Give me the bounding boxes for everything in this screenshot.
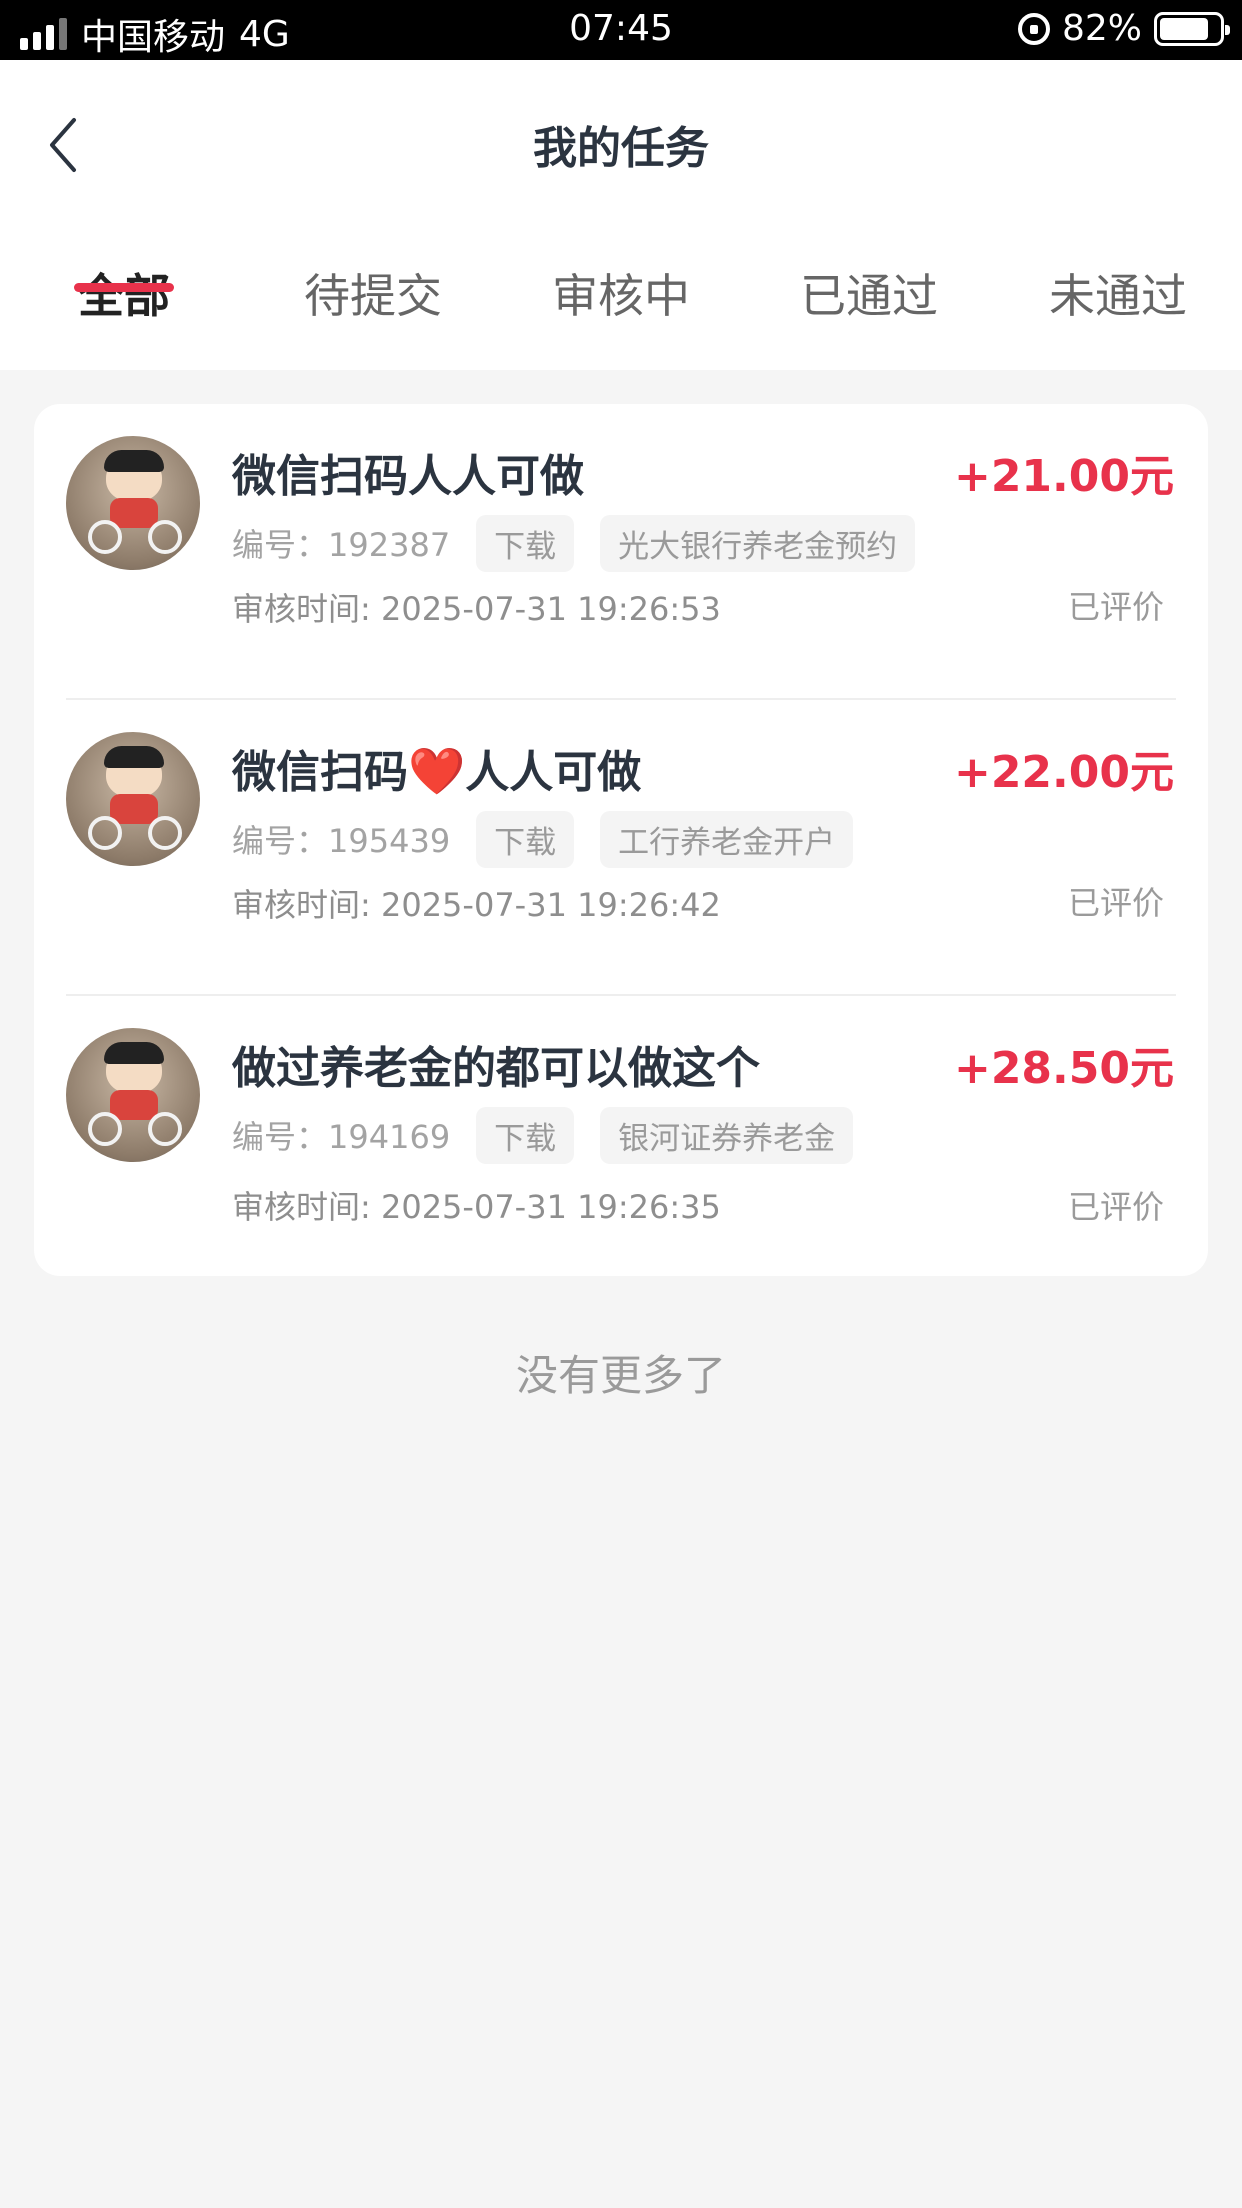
- task-status: 已评价: [1067, 588, 1164, 626]
- task-meta: 编号：194169 下载 银河证券养老金: [232, 1106, 854, 1164]
- avatar: [66, 436, 200, 570]
- avatar: [66, 732, 200, 866]
- tab-all[interactable]: 全部: [24, 260, 224, 326]
- status-right: 82%: [1017, 8, 1230, 49]
- tab-bar: 全部 待提交 审核中 已通过 未通过: [0, 260, 1242, 370]
- no-more-label: 没有更多了: [515, 1351, 726, 1400]
- battery-percent: 82%: [1061, 8, 1142, 49]
- task-meta: 编号：195439 下载 工行养老金开户: [232, 810, 854, 868]
- task-status: 已评价: [1067, 884, 1164, 922]
- task-amount: +22.00元: [953, 747, 1174, 798]
- page-header: 我的任务 全部 待提交 审核中 已通过 未通过: [0, 60, 1242, 370]
- tab-rejected[interactable]: 未通过: [1018, 260, 1218, 326]
- battery-icon: [1154, 11, 1230, 46]
- tab-under-review[interactable]: 审核中: [521, 260, 721, 326]
- task-title: 微信扫码人人可做: [232, 451, 584, 502]
- task-item[interactable]: 微信扫码❤️人人可做 +22.00元 编号：195439 下载 工行养老金开户 …: [34, 700, 1208, 996]
- task-id: 编号：192387: [232, 526, 451, 564]
- review-time: 审核时间: 2025-07-31 19:26:53: [232, 590, 721, 628]
- task-id: 编号：194169: [232, 1118, 451, 1156]
- heart-icon: ❤️: [408, 744, 466, 798]
- task-tag: 工行养老金开户: [600, 810, 854, 868]
- task-list-card: 微信扫码人人可做 +21.00元 编号：192387 下载 光大银行养老金预约 …: [34, 404, 1208, 1276]
- review-time: 审核时间: 2025-07-31 19:26:42: [232, 886, 721, 924]
- task-tag: 银河证券养老金: [600, 1106, 854, 1164]
- review-time: 审核时间: 2025-07-31 19:26:35: [232, 1188, 721, 1226]
- task-amount: +21.00元: [953, 451, 1174, 502]
- avatar: [66, 1028, 200, 1162]
- task-title: 微信扫码❤️人人可做: [232, 744, 642, 798]
- rotation-lock-icon: [1017, 12, 1050, 45]
- task-tag: 下载: [476, 1106, 575, 1164]
- task-tag: 下载: [476, 514, 575, 572]
- active-tab-indicator: [74, 283, 174, 292]
- task-item[interactable]: 微信扫码人人可做 +21.00元 编号：192387 下载 光大银行养老金预约 …: [34, 404, 1208, 700]
- task-meta: 编号：192387 下载 光大银行养老金预约: [232, 514, 916, 572]
- task-title: 做过养老金的都可以做这个: [232, 1043, 760, 1094]
- page-title: 我的任务: [533, 123, 709, 174]
- task-item[interactable]: 做过养老金的都可以做这个 +28.50元 编号：194169 下载 银河证券养老…: [34, 996, 1208, 1292]
- task-tag: 光大银行养老金预约: [600, 514, 916, 572]
- task-amount: +28.50元: [953, 1043, 1174, 1094]
- tab-pending-submit[interactable]: 待提交: [273, 260, 473, 326]
- status-bar: 中国移动 4G 07:45 82%: [0, 0, 1242, 60]
- task-status: 已评价: [1067, 1188, 1164, 1226]
- task-id: 编号：195439: [232, 822, 451, 860]
- tab-approved[interactable]: 已通过: [769, 260, 969, 326]
- task-tag: 下载: [476, 810, 575, 868]
